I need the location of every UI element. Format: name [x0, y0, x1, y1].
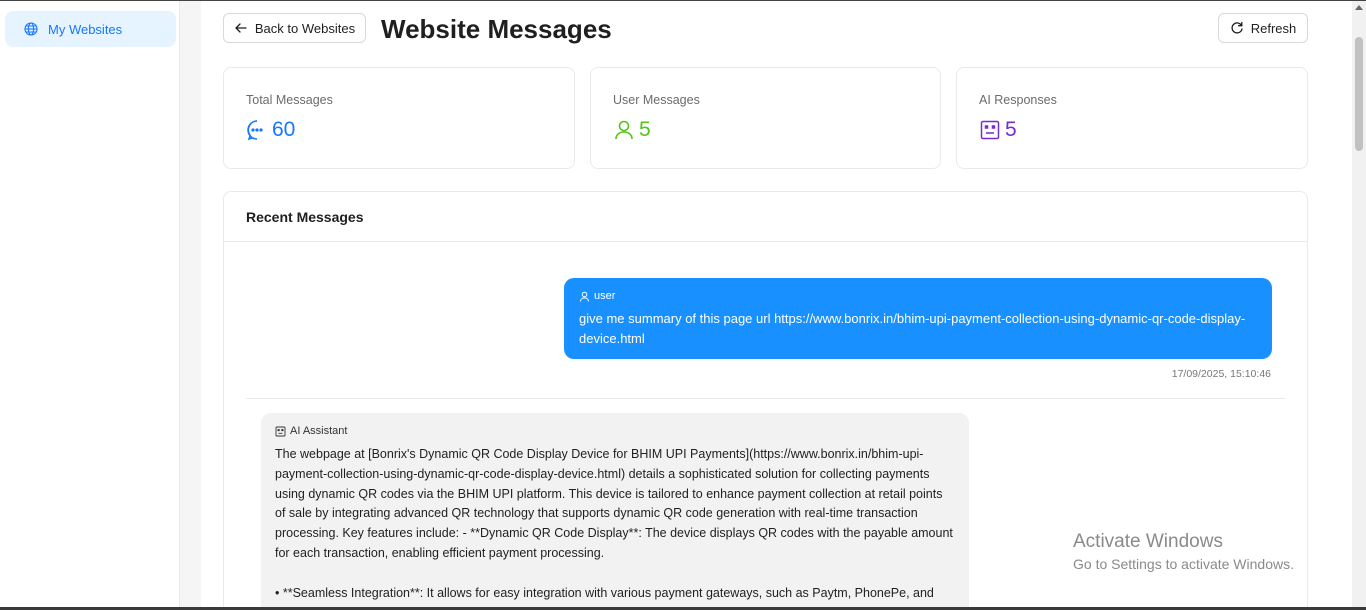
scroll-up-arrow-icon[interactable]	[1355, 5, 1363, 10]
author-label: user	[594, 290, 616, 302]
stat-label: User Messages	[613, 93, 700, 107]
user-icon	[579, 291, 590, 302]
message-author: AI Assistant	[275, 425, 955, 437]
sidebar: My Websites	[0, 1, 180, 610]
message-timestamp: 17/09/2025, 15:10:46	[1171, 368, 1271, 380]
robot-icon	[275, 426, 286, 437]
author-label: AI Assistant	[290, 425, 348, 437]
stat-label: Total Messages	[246, 93, 333, 107]
scrollbar-thumb[interactable]	[1355, 37, 1363, 151]
stat-card-total-messages: Total Messages 60	[223, 67, 575, 169]
message-divider	[246, 398, 1286, 399]
message-text-continued: • **Seamless Integration**: It allows fo…	[275, 585, 934, 600]
main-content: Back to Websites Website Messages Refres…	[201, 1, 1352, 610]
refresh-icon	[1230, 21, 1244, 35]
stat-value-row: 5	[613, 118, 651, 142]
chat-bubble-icon	[246, 119, 268, 141]
stat-card-ai-responses: AI Responses 5	[956, 67, 1308, 169]
stat-card-user-messages: User Messages 5	[590, 67, 941, 169]
globe-icon	[24, 22, 38, 36]
refresh-button[interactable]: Refresh	[1218, 13, 1308, 43]
page-scrollbar[interactable]	[1352, 1, 1366, 610]
stat-value-row: 60	[246, 118, 295, 142]
recent-messages-title: Recent Messages	[224, 192, 1307, 242]
stat-value: 5	[1005, 118, 1017, 141]
ai-message-bubble: AI Assistant The webpage at [Bonrix's Dy…	[261, 413, 969, 610]
user-icon	[613, 119, 635, 141]
page-title: Website Messages	[381, 14, 612, 44]
stat-value: 60	[272, 118, 296, 141]
sidebar-item-label: My Websites	[48, 21, 123, 37]
arrow-left-icon	[234, 21, 248, 35]
back-button-label: Back to Websites	[254, 20, 356, 36]
recent-messages-card: Recent Messages user give me summary of …	[223, 191, 1308, 610]
refresh-button-label: Refresh	[1250, 20, 1297, 36]
message-text: give me summary of this page url https:/…	[579, 311, 1246, 346]
robot-icon	[979, 119, 1001, 141]
stat-label: AI Responses	[979, 93, 1057, 107]
back-to-websites-button[interactable]: Back to Websites	[223, 13, 366, 43]
message-text: The webpage at [Bonrix's Dynamic QR Code…	[275, 447, 953, 560]
user-message-bubble: user give me summary of this page url ht…	[564, 278, 1272, 359]
message-author: user	[579, 290, 1257, 302]
stat-value: 5	[639, 118, 651, 141]
stat-value-row: 5	[979, 118, 1017, 142]
sidebar-item-my-websites[interactable]: My Websites	[5, 11, 176, 47]
